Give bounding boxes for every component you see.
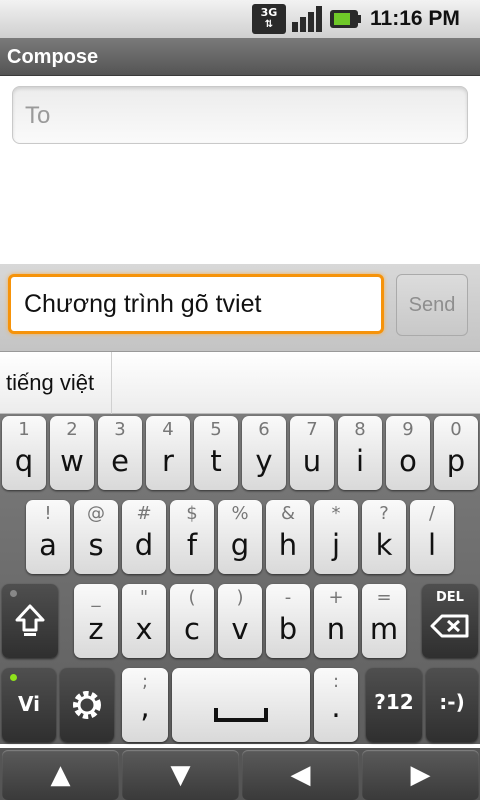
key-comma[interactable]: ;, [122,668,168,742]
symbols-key[interactable]: ?12 [366,668,422,742]
settings-key[interactable] [60,668,114,742]
suggestion-bar: tiếng việt [0,352,480,414]
key-f[interactable]: $ f [170,500,214,574]
page-title: Compose [7,46,99,68]
language-label: Vi [18,692,40,716]
signal-strength-icon [290,4,324,34]
key-l[interactable]: / l [410,500,454,574]
key-x[interactable]: " x [122,584,166,658]
key-a[interactable]: ! a [26,500,70,574]
key-e[interactable]: 3e [98,416,142,490]
message-text: Chương trình gõ tviet [24,290,262,318]
right-arrow-icon: ▶ [410,760,431,790]
key-c[interactable]: (c [170,584,214,658]
symbols-label: ?12 [374,690,414,714]
key-n[interactable]: + n [314,584,358,658]
language-indicator [10,674,17,681]
to-field[interactable]: To [12,86,468,144]
nav-down-key[interactable]: ▼ [122,750,239,800]
key-r[interactable]: 4r [146,416,190,490]
smiley-label: :-) [439,690,465,714]
message-input[interactable]: Chương trình gõ tviet [8,274,384,334]
key-period[interactable]: :. [314,668,358,742]
3g-data-icon: 3G ⇅ [252,4,286,34]
compose-screen: 3G ⇅ 11:16 PM Compose To Chương trình gõ… [0,0,480,800]
key-h[interactable]: & h [266,500,310,574]
key-k[interactable]: ? k [362,500,406,574]
key-d[interactable]: # d [122,500,166,574]
status-bar: 3G ⇅ 11:16 PM [0,0,480,38]
shift-key[interactable] [2,584,58,658]
message-bar: Chương trình gõ tviet Send [0,264,480,352]
key-v[interactable]: ) v [218,584,262,658]
key-s[interactable]: @ s [74,500,118,574]
soft-keyboard: 1q 2w 3e 4r 5t 6y 7u 8i 9o 0p ! a @ s # d $… [0,414,480,744]
navigation-bar: ▲ ▼ ◀ ▶ [0,748,480,800]
key-b[interactable]: -b [266,584,310,658]
space-key[interactable] [172,668,310,742]
suggestion-item[interactable]: tiếng việt [0,352,112,414]
to-placeholder: To [25,102,51,129]
nav-up-key[interactable]: ▲ [2,750,119,800]
key-u[interactable]: 7u [290,416,334,490]
shift-icon [15,604,45,636]
key-g[interactable]: % g [218,500,262,574]
nav-right-key[interactable]: ▶ [362,750,479,800]
key-y[interactable]: 6y [242,416,286,490]
nav-left-key[interactable]: ◀ [242,750,359,800]
shift-indicator [10,590,17,597]
backspace-icon [430,614,469,638]
space-icon [214,708,268,722]
network-label: 3G [260,6,278,19]
key-p[interactable]: 0p [434,416,478,490]
smiley-key[interactable]: :-) [426,668,478,742]
delete-label: DEL [436,590,464,605]
key-t[interactable]: 5t [194,416,238,490]
delete-key[interactable]: DEL [422,584,478,658]
key-i[interactable]: 8i [338,416,382,490]
send-button[interactable]: Send [396,274,468,336]
key-m[interactable]: = m [362,584,406,658]
compose-area: To [0,76,480,264]
battery-charging-icon [328,4,362,34]
down-arrow-icon: ▼ [170,760,191,790]
left-arrow-icon: ◀ [290,760,311,790]
title-bar: Compose [0,38,480,76]
key-q[interactable]: 1q [2,416,46,490]
key-j[interactable]: * j [314,500,358,574]
gear-icon [73,691,101,719]
language-key[interactable]: Vi [2,668,56,742]
key-z[interactable]: _ z [74,584,118,658]
status-time: 11:16 PM [370,7,460,30]
key-o[interactable]: 9o [386,416,430,490]
key-w[interactable]: 2w [50,416,94,490]
up-arrow-icon: ▲ [50,760,71,790]
